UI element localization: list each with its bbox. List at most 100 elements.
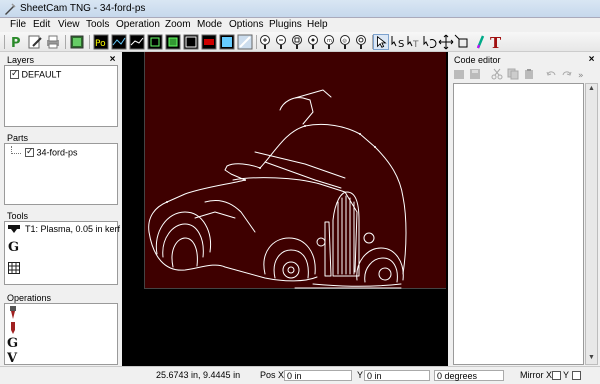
material-sheet <box>144 52 446 289</box>
cursor-coordinates: 25.6743 in, 9.4445 in <box>156 370 241 380</box>
drill-bit-icon <box>10 306 16 319</box>
menu-mode[interactable]: Mode <box>195 19 224 30</box>
shape-icon[interactable] <box>183 34 199 50</box>
pos-x-value: 0 in <box>287 371 302 381</box>
code-editor-close-button[interactable]: × <box>587 55 596 65</box>
pos-y-value: 0 in <box>367 371 382 381</box>
main-toolbar: P Po m ◎ S T T <box>0 32 600 52</box>
zoom-icon[interactable] <box>237 34 253 50</box>
rotate-icon[interactable] <box>422 34 438 50</box>
redo-icon[interactable] <box>561 68 573 80</box>
code-editor-title: Code editor <box>454 55 501 65</box>
contour-icon[interactable] <box>147 34 163 50</box>
layer-visible-checkbox[interactable] <box>10 68 19 80</box>
menu-help[interactable]: Help <box>305 19 330 30</box>
text-icon[interactable]: T <box>488 34 504 50</box>
operations-list: G V <box>4 303 118 365</box>
move-icon[interactable] <box>438 34 454 50</box>
svg-text:P: P <box>11 36 21 50</box>
save-icon[interactable] <box>469 68 481 80</box>
window-title: SheetCam TNG - 34-ford-ps <box>20 3 146 14</box>
vcarve-icon: V <box>7 351 18 364</box>
drill-icon[interactable]: Po <box>93 34 109 50</box>
menu-view[interactable]: View <box>56 19 82 30</box>
layers-list: DEFAULT <box>4 65 118 127</box>
part-label: 34-ford-ps <box>36 147 78 158</box>
title-bar: SheetCam TNG - 34-ford-ps <box>0 0 600 18</box>
node-edit-icon[interactable]: T <box>406 34 422 50</box>
gcode-op-icon: G <box>7 336 18 349</box>
pos-y-label: Y <box>357 370 364 380</box>
pocket-icon[interactable] <box>165 34 181 50</box>
tools-list: G T1: Plasma, 0.05 in kerf <box>4 221 120 285</box>
line-tool2-icon[interactable] <box>129 34 145 50</box>
grid-table-icon <box>8 262 20 274</box>
drawing-canvas[interactable] <box>122 52 448 366</box>
open-icon[interactable] <box>453 68 465 80</box>
pen-icon[interactable] <box>472 34 488 50</box>
scroll-down-icon[interactable]: ▼ <box>587 354 596 363</box>
angle-field[interactable]: 0 degrees <box>434 370 504 381</box>
parts-list: 34-ford-ps <box>4 143 118 205</box>
menu-tools[interactable]: Tools <box>84 19 111 30</box>
zoom-last-icon[interactable]: m <box>322 34 338 50</box>
zoom-all-icon[interactable]: ◎ <box>338 34 354 50</box>
menu-file[interactable]: File <box>8 19 28 30</box>
pos-x-label: Pos X <box>260 370 285 380</box>
menu-bar: File Edit View Tools Operation Zoom Mode… <box>0 18 600 32</box>
select-icon[interactable] <box>201 34 217 50</box>
svg-text:G: G <box>7 336 18 349</box>
paste-icon[interactable] <box>523 68 535 80</box>
setup-icon[interactable] <box>69 34 85 50</box>
scale-icon[interactable] <box>454 34 470 50</box>
endmill-icon <box>11 322 15 334</box>
start-point-icon[interactable]: S <box>390 34 406 50</box>
cut-icon[interactable] <box>491 68 503 80</box>
zoom-window-icon[interactable] <box>306 34 322 50</box>
line-tool-icon[interactable] <box>111 34 127 50</box>
layer-item[interactable]: DEFAULT <box>10 68 62 80</box>
more-icon[interactable]: » <box>577 68 589 80</box>
svg-text:m: m <box>327 38 332 44</box>
zoom-fit-icon[interactable] <box>290 34 306 50</box>
svg-text:S: S <box>398 39 404 50</box>
copy-icon[interactable] <box>507 68 519 80</box>
code-editor-textarea[interactable] <box>453 83 584 365</box>
mirror-y-label: Y <box>563 370 570 380</box>
undo-icon[interactable] <box>545 68 557 80</box>
menu-options[interactable]: Options <box>227 19 265 30</box>
menu-plugins[interactable]: Plugins <box>267 19 304 30</box>
part-visible-checkbox[interactable] <box>25 146 34 158</box>
mirror-y-checkbox[interactable] <box>572 371 581 380</box>
mirror-x-checkbox[interactable] <box>552 371 561 380</box>
code-editor-scrollbar[interactable]: ▲ ▼ <box>585 83 598 365</box>
pointer-icon[interactable] <box>373 34 389 50</box>
layers-close-button[interactable]: × <box>108 55 117 65</box>
code-editor-panel: Code editor × » ▲ ▼ <box>449 52 600 366</box>
zoom-out-icon[interactable] <box>274 34 290 50</box>
zoom-extra-icon[interactable] <box>354 34 370 50</box>
layer-label: DEFAULT <box>21 69 62 80</box>
svg-text:»: » <box>578 71 584 80</box>
menu-operation[interactable]: Operation <box>114 19 162 30</box>
menu-edit[interactable]: Edit <box>31 19 52 30</box>
pos-x-field[interactable]: 0 in <box>284 370 352 381</box>
zoom-in-icon[interactable] <box>258 34 274 50</box>
svg-text:T: T <box>412 40 419 50</box>
scroll-up-icon[interactable]: ▲ <box>587 85 596 94</box>
post-process-icon[interactable]: P <box>8 34 24 50</box>
plasma-torch-icon <box>8 225 20 233</box>
menu-zoom[interactable]: Zoom <box>163 19 193 30</box>
edit-icon[interactable] <box>27 34 43 50</box>
status-bar: 25.6743 in, 9.4445 in Pos X 0 in Y 0 in … <box>0 366 600 384</box>
code-editor-toolbar: » <box>449 66 600 82</box>
svg-text:G: G <box>8 240 19 253</box>
tool-color-icon[interactable] <box>219 34 235 50</box>
part-item[interactable]: 34-ford-ps <box>25 146 78 158</box>
tool-item[interactable]: T1: Plasma, 0.05 in kerf <box>25 224 120 234</box>
svg-text:Po: Po <box>95 39 106 49</box>
pos-y-field[interactable]: 0 in <box>364 370 430 381</box>
car-drawing-outline <box>148 89 407 289</box>
print-icon[interactable] <box>45 34 61 50</box>
svg-text:T: T <box>490 34 502 50</box>
